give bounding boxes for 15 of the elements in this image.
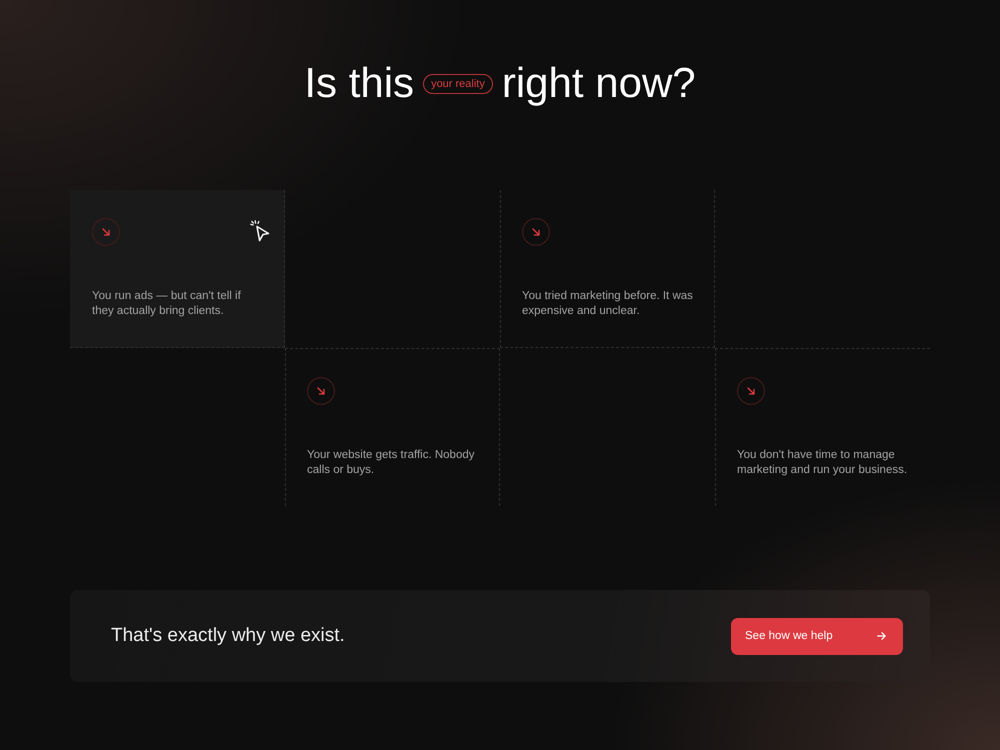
heading-text: right now? <box>502 60 696 106</box>
heading-text: Is this <box>304 60 414 106</box>
cursor-icon <box>250 220 270 242</box>
arrow-circle-icon <box>737 377 765 405</box>
arrow-right-icon <box>877 632 886 640</box>
banner-text: That's exactly why we exist. <box>111 624 345 648</box>
problem-text: You run ads — but can't tell if they actually bring clients. <box>92 289 242 319</box>
problem-text: Your website gets traffic. Nobody calls or buys. <box>307 448 476 478</box>
see-how-button[interactable]: See how we help <box>731 618 903 654</box>
problem-text: You tried marketing before. It was expensive and unclear. <box>522 289 694 319</box>
reality-pill: your reality <box>423 74 493 94</box>
problem-text: You don't have time to manage marketing and run your business. <box>737 448 908 478</box>
arrow-circle-icon <box>522 218 550 246</box>
arrow-circle-icon <box>307 377 335 405</box>
arrow-circle-icon <box>92 218 120 246</box>
